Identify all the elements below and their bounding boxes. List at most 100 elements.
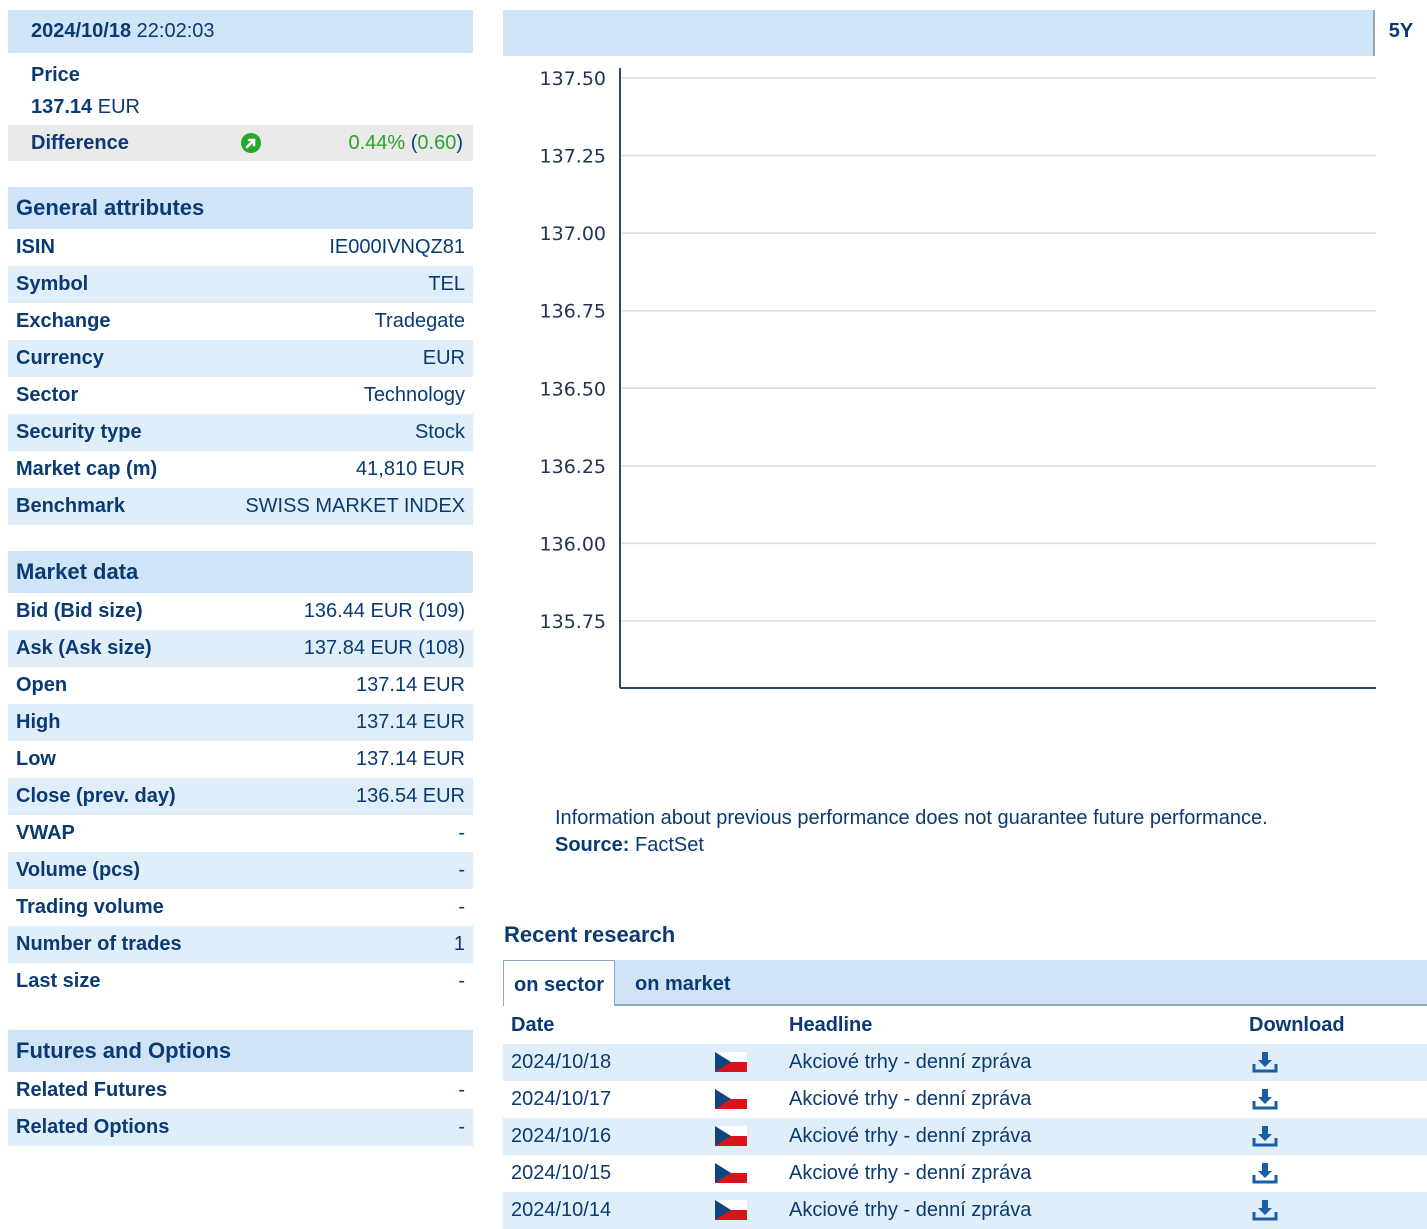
attribute-row: Currency EUR [8, 340, 473, 377]
download-icon[interactable] [1251, 1161, 1279, 1185]
attribute-label: Open [16, 674, 68, 696]
attribute-label: Symbol [16, 273, 89, 295]
attribute-label: Sector [16, 384, 79, 406]
y-tick-label: 137.25 [540, 146, 606, 168]
attribute-row: VWAP - [8, 815, 473, 852]
download-icon[interactable] [1251, 1198, 1279, 1222]
source-label: Source: [555, 834, 630, 856]
attribute-row: Symbol TEL [8, 266, 473, 303]
attribute-label: ISIN [16, 236, 55, 258]
research-headline-link[interactable]: Akciové trhy - denní zpráva [789, 1081, 1031, 1118]
attribute-label: Trading volume [16, 896, 164, 918]
czech-flag-icon [715, 1163, 747, 1183]
attribute-label: High [16, 711, 61, 733]
research-row: 2024/10/16 Akciové trhy - denní zpráva [503, 1118, 1427, 1155]
attribute-row: Low 137.14 EUR [8, 741, 473, 778]
attribute-row: ISIN IE000IVNQZ81 [8, 229, 473, 266]
attribute-value: EUR [422, 347, 465, 369]
attribute-label: Ask (Ask size) [16, 637, 152, 659]
difference-row: Difference 0.44% (0.60) [8, 125, 473, 161]
research-date: 2024/10/15 [511, 1162, 612, 1184]
attribute-value: 1 [453, 933, 465, 955]
y-tick-label: 136.25 [540, 456, 606, 478]
attribute-label: Benchmark [16, 495, 125, 517]
trend-up-icon [241, 133, 261, 153]
research-headline-link[interactable]: Akciové trhy - denní zpráva [789, 1044, 1031, 1081]
attribute-label: Exchange [16, 310, 111, 332]
attribute-value: - [458, 970, 465, 992]
recent-research-title: Recent research [504, 922, 676, 947]
attribute-value: IE000IVNQZ81 [329, 236, 465, 258]
download-icon[interactable] [1251, 1087, 1279, 1111]
futures-options-title: Futures and Options [8, 1030, 473, 1072]
difference-label: Difference [31, 132, 129, 154]
attribute-value: 137.14 EUR [356, 748, 465, 770]
market-data-section: Market data Bid (Bid size) 136.44 EUR (10… [8, 551, 473, 1000]
y-tick-label: 136.50 [540, 378, 606, 400]
attribute-row: Open 137.14 EUR [8, 667, 473, 704]
general-attributes-title: General attributes [8, 187, 473, 229]
difference-value: 0.44% (0.60) [348, 132, 463, 154]
attribute-value: - [458, 1079, 465, 1101]
period-5y-button[interactable]: 5Y [1373, 10, 1427, 56]
tab-on-market[interactable]: on market [625, 960, 741, 1006]
attribute-label: Market cap (m) [16, 458, 158, 480]
attribute-label: Number of trades [16, 933, 182, 955]
attribute-value: Tradegate [374, 310, 465, 332]
attribute-value: 137.14 EUR [356, 711, 465, 733]
attribute-row: Related Options - [8, 1109, 473, 1146]
chart-toolbar: 5Y [503, 10, 1427, 56]
y-tick-label: 135.75 [540, 611, 606, 633]
performance-disclaimer: Information about previous performance d… [555, 805, 1268, 859]
attribute-value: TEL [428, 273, 465, 295]
research-table-header: Date Headline Download [503, 1006, 1427, 1044]
header-download: Download [1249, 1014, 1345, 1036]
attribute-row: Benchmark SWISS MARKET INDEX [8, 488, 473, 525]
price-label: Price [31, 64, 80, 86]
research-headline-link[interactable]: Akciové trhy - denní zpráva [789, 1118, 1031, 1155]
attribute-label: Related Options [16, 1116, 170, 1138]
difference-pct: 0.44% [348, 132, 406, 154]
research-date: 2024/10/17 [511, 1088, 612, 1110]
attribute-value: - [458, 896, 465, 918]
attribute-value: - [458, 822, 465, 844]
research-headline-link[interactable]: Akciové trhy - denní zpráva [789, 1192, 1031, 1229]
research-headline-link[interactable]: Akciové trhy - denní zpráva [789, 1155, 1031, 1192]
quote-time: 22:02:03 [136, 20, 215, 42]
price-value: 137.14 [31, 96, 93, 118]
attribute-label: VWAP [16, 822, 75, 844]
czech-flag-icon [715, 1052, 747, 1072]
czech-flag-icon [715, 1126, 747, 1146]
left-panel: 2024/10/18 22:02:03 Price 137.14 EUR Dif… [8, 10, 473, 1146]
y-tick-label: 136.00 [540, 533, 606, 555]
attribute-row: Number of trades 1 [8, 926, 473, 963]
attribute-row: Security type Stock [8, 414, 473, 451]
research-date: 2024/10/18 [511, 1051, 612, 1073]
research-row: 2024/10/15 Akciové trhy - denní zpráva [503, 1155, 1427, 1192]
attribute-value: SWISS MARKET INDEX [245, 495, 465, 517]
market-data-title: Market data [8, 551, 473, 593]
download-icon[interactable] [1251, 1050, 1279, 1074]
attribute-label: Currency [16, 347, 104, 369]
research-table: Date Headline Download 2024/10/18 Akciové… [503, 1006, 1427, 1229]
quote-date: 2024/10/18 [31, 20, 132, 42]
attribute-row: Exchange Tradegate [8, 303, 473, 340]
difference-abs: 0.60 [417, 132, 457, 154]
attribute-value: 137.14 EUR [356, 674, 465, 696]
research-tabs: on sector on market [503, 960, 1427, 1006]
attribute-row: Sector Technology [8, 377, 473, 414]
attribute-label: Security type [16, 421, 142, 443]
attribute-row: Market cap (m) 41,810 EUR [8, 451, 473, 488]
download-icon[interactable] [1251, 1124, 1279, 1148]
attribute-row: High 137.14 EUR [8, 704, 473, 741]
attribute-value: 137.84 EUR (108) [303, 637, 465, 659]
futures-options-section: Futures and Options Related Futures - Rela… [8, 1030, 473, 1146]
attribute-label: Related Futures [16, 1079, 168, 1101]
tab-on-sector[interactable]: on sector [503, 960, 616, 1006]
price-box: Price 137.14 EUR [8, 53, 473, 123]
research-row: 2024/10/18 Akciové trhy - denní zpráva [503, 1044, 1427, 1081]
attribute-value: Stock [414, 421, 465, 443]
source-value: FactSet [635, 834, 704, 856]
chart-period-bar: 5Y [503, 10, 1427, 56]
y-tick-label: 137.00 [540, 223, 606, 245]
